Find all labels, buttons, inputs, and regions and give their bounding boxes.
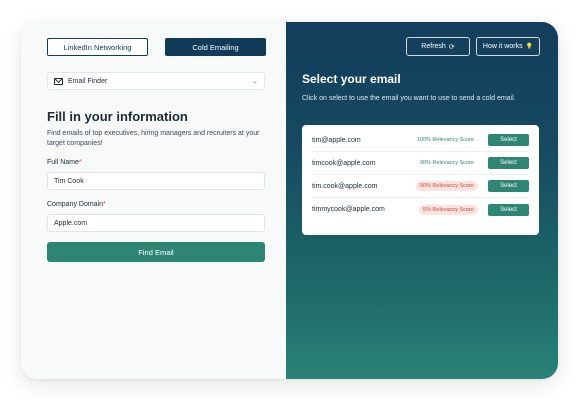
company-domain-input[interactable]: Apple.com bbox=[47, 214, 265, 232]
relevancy-score-badge: 5% Relevancy Score bbox=[418, 204, 478, 215]
relevancy-score-badge: 90% Relevancy Score bbox=[419, 160, 474, 166]
result-email: tim@apple.com bbox=[312, 136, 361, 144]
result-email: timmycook@apple.com bbox=[312, 206, 385, 213]
result-email: tim.cook@apple.com bbox=[312, 182, 378, 190]
required-marker: * bbox=[78, 159, 82, 166]
email-results-list: tim@apple.com 100% Relevancy Score Select t… bbox=[302, 125, 539, 235]
right-panel: Refresh ⟳ How it works 💡 Select your ema… bbox=[286, 22, 558, 379]
lightbulb-icon: 💡 bbox=[525, 44, 534, 50]
full-name-input[interactable]: Tim Cook bbox=[47, 172, 265, 190]
tab-cold-emailing[interactable]: Cold Emailing bbox=[165, 38, 266, 56]
result-row: timmycook@apple.com 5% Relevancy Score Sel… bbox=[312, 198, 529, 221]
result-row: tim@apple.com 100% Relevancy Score Select bbox=[312, 129, 529, 152]
mode-tabs: LinkedIn Networking Cold Emailing bbox=[47, 38, 266, 56]
form-heading: Fill in your information bbox=[47, 109, 188, 124]
results-title: Select your email bbox=[302, 72, 401, 86]
results-description: Click on select to use the email you wan… bbox=[302, 95, 516, 102]
select-email-button[interactable]: Select bbox=[488, 157, 529, 169]
how-it-works-button[interactable]: How it works 💡 bbox=[476, 37, 540, 56]
find-email-button[interactable]: Find Email bbox=[47, 242, 265, 262]
result-email: timcook@apple.com bbox=[312, 159, 376, 167]
relevancy-score-badge: 50% Relevancy Score bbox=[415, 181, 478, 191]
email-finder-dropdown[interactable]: Email Finder ⌄ bbox=[47, 72, 265, 90]
company-domain-label: Company Domain* bbox=[47, 201, 106, 208]
mail-icon bbox=[54, 77, 63, 85]
result-row: timcook@apple.com 90% Relevancy Score Sele… bbox=[312, 152, 529, 175]
left-panel: LinkedIn Networking Cold Emailing Email … bbox=[21, 22, 286, 379]
form-description: Find emails of top executives, hiring ma… bbox=[47, 130, 260, 147]
relevancy-score-badge: 100% Relevancy Score bbox=[416, 137, 474, 143]
refresh-icon: ⟳ bbox=[448, 43, 455, 51]
chevron-down-icon: ⌄ bbox=[252, 78, 258, 85]
how-it-works-label: How it works bbox=[482, 43, 523, 50]
right-toolbar: Refresh ⟳ How it works 💡 bbox=[406, 37, 540, 56]
email-finder-label: Email Finder bbox=[68, 77, 108, 85]
refresh-label: Refresh bbox=[421, 43, 446, 50]
refresh-button[interactable]: Refresh ⟳ bbox=[406, 37, 470, 56]
select-email-button[interactable]: Select bbox=[488, 180, 529, 192]
select-email-button[interactable]: Select bbox=[488, 203, 529, 216]
tab-linkedin-networking[interactable]: LinkedIn Networking bbox=[47, 38, 148, 56]
required-marker: * bbox=[103, 201, 106, 208]
app-card: LinkedIn Networking Cold Emailing Email … bbox=[21, 22, 558, 379]
full-name-label: Full Name* bbox=[47, 159, 82, 166]
result-row: tim.cook@apple.com 50% Relevancy Score Sel… bbox=[312, 175, 529, 198]
select-email-button[interactable]: Select bbox=[488, 134, 529, 146]
